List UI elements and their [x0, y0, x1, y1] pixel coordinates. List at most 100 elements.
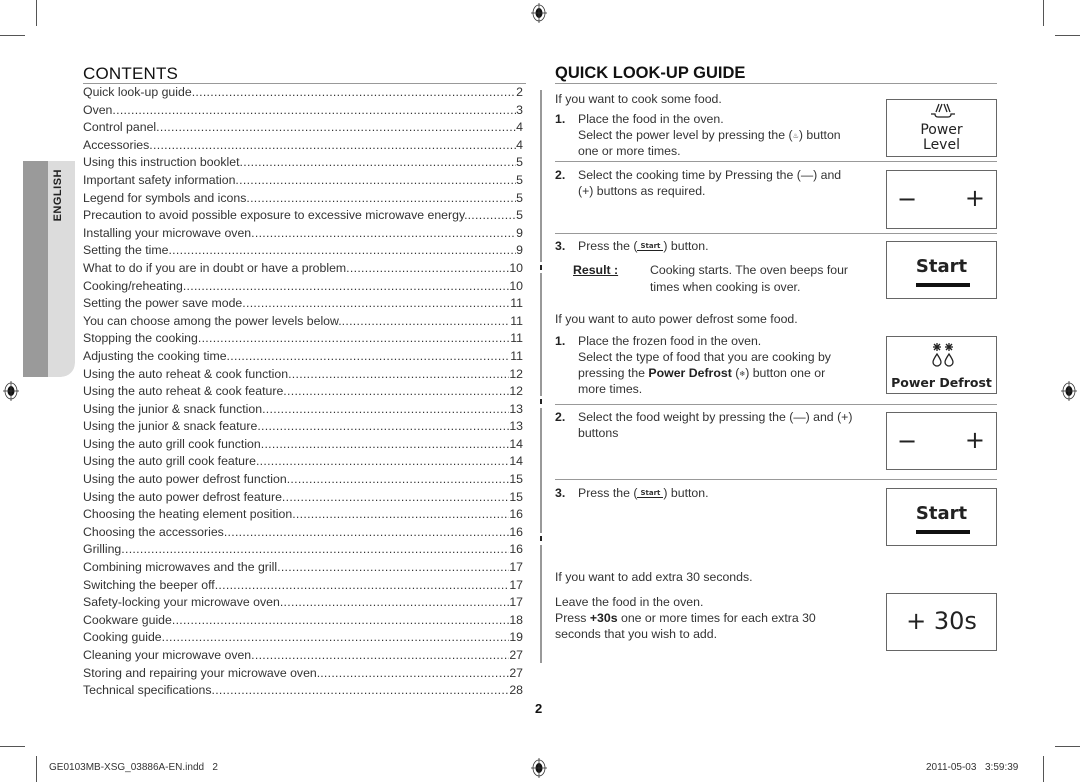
toc-entry[interactable]: Setting the time 9	[83, 242, 523, 260]
toc-entry[interactable]: Using the auto grill cook function 14	[83, 436, 523, 454]
toc-leader-dots	[256, 453, 509, 471]
toc-entry-page: 9	[516, 225, 523, 240]
toc-leader-dots	[235, 172, 516, 190]
toc-entry[interactable]: Adjusting the cooking time 11	[83, 348, 523, 366]
toc-leader-dots	[282, 489, 509, 507]
toc-entry[interactable]: Storing and repairing your microwave ove…	[83, 665, 523, 683]
defrost-step2-number: 2.	[555, 410, 566, 424]
page-number: 2	[535, 701, 543, 716]
column-divider	[540, 273, 542, 396]
toc-entry-page: 9	[516, 243, 523, 258]
toc-entry-title: Using the auto grill cook feature	[83, 454, 256, 469]
toc-leader-dots	[283, 383, 509, 401]
toc-leader-dots	[246, 190, 516, 208]
toc-entry-page: 12	[509, 384, 523, 399]
toc-entry-title: Using the auto reheat & cook function	[83, 366, 289, 381]
toc-entry-title: Choosing the accessories	[83, 524, 224, 539]
start-button-illustration: Start	[886, 488, 997, 546]
plus30-bold: +30s	[589, 611, 618, 625]
toc-entry-page: 4	[516, 120, 523, 135]
toc-entry[interactable]: Using the auto power defrost feature 15	[83, 489, 523, 507]
toc-leader-dots	[227, 348, 511, 366]
extra-line3: seconds that you wish to add.	[555, 627, 718, 641]
toc-entry[interactable]: Precaution to avoid possible exposure to…	[83, 207, 523, 225]
text: ) button.	[663, 486, 709, 500]
column-divider	[540, 90, 542, 262]
start-underline	[916, 530, 970, 534]
toc-entry-page: 2	[516, 85, 523, 99]
toc-entry[interactable]: What to do if you are in doubt or have a…	[83, 260, 523, 278]
toc-entry[interactable]: Using this instruction booklet 5	[83, 154, 523, 172]
language-tab-dark-strip	[23, 161, 48, 377]
result-line2: times when cooking is over.	[650, 280, 801, 294]
start-button-illustration: Start	[886, 241, 997, 299]
toc-entry-page: 11	[510, 348, 523, 363]
toc-entry[interactable]: Cooking/reheating 10	[83, 278, 523, 296]
toc-entry[interactable]: Safety-locking your microwave oven 17	[83, 594, 523, 612]
toc-entry[interactable]: Using the auto grill cook feature 14	[83, 453, 523, 471]
toc-entry-title: Control panel	[83, 120, 157, 135]
footer-date: 2011-05-03	[926, 762, 977, 773]
cook-step2-line2: (+) buttons as required.	[578, 184, 706, 198]
toc-entry[interactable]: Setting the power save mode 11	[83, 295, 523, 313]
toc-entry[interactable]: Using the auto reheat & cook function 12	[83, 366, 523, 384]
toc-entry-page: 18	[509, 612, 523, 627]
toc-entry[interactable]: Using the junior & snack feature 13	[83, 418, 523, 436]
toc-entry[interactable]: Switching the beeper off 17	[83, 577, 523, 595]
toc-entry[interactable]: Using the junior & snack function 13	[83, 401, 523, 419]
toc-entry[interactable]: Using the auto reheat & cook feature 12	[83, 383, 523, 401]
divider-mark	[540, 399, 542, 404]
text: ) button one or	[745, 366, 826, 380]
toc-entry[interactable]: Cleaning your microwave oven 27	[83, 647, 523, 665]
crop-mark-top-right-h	[1055, 35, 1080, 36]
cook-intro: If you want to cook some food.	[555, 92, 722, 106]
toc-entry[interactable]: Technical specifications 28	[83, 682, 523, 700]
quick-lookup-title: QUICK LOOK-UP GUIDE	[555, 64, 997, 84]
language-tab: ENGLISH	[23, 161, 75, 377]
plus-icon: +	[964, 426, 985, 454]
toc-entry[interactable]: Accessories 4	[83, 137, 523, 155]
toc-entry-page: 11	[510, 331, 523, 346]
crop-mark-top-left-h	[0, 35, 25, 36]
toc-leader-dots	[183, 278, 510, 296]
divider-mark	[540, 536, 542, 541]
toc-entry-page: 5	[516, 155, 523, 170]
toc-entry[interactable]: Choosing the heating element position 16	[83, 506, 523, 524]
column-divider	[540, 408, 542, 533]
start-label: Start	[915, 256, 968, 277]
plus30s-label: + 30s	[906, 607, 977, 635]
toc-entry-title: Setting the power save mode	[83, 296, 243, 311]
language-tab-light-strip: ENGLISH	[48, 161, 75, 377]
toc-entry[interactable]: Oven 3	[83, 102, 523, 120]
footer-time: 3:59:39	[985, 762, 1019, 773]
toc-entry[interactable]: Installing your microwave oven 9	[83, 225, 523, 243]
toc-entry[interactable]: Stopping the cooking 11	[83, 330, 523, 348]
toc-entry[interactable]: Legend for symbols and icons 5	[83, 190, 523, 208]
toc-entry-page: 5	[516, 208, 523, 223]
toc-entry[interactable]: You can choose among the power levels be…	[83, 313, 523, 331]
toc-entry[interactable]: Cookware guide 18	[83, 612, 523, 630]
inline-start-icon: Start	[637, 242, 664, 251]
toc-leader-dots	[121, 541, 509, 559]
toc-entry[interactable]: Quick look-up guide 2	[83, 84, 523, 102]
toc-entry[interactable]: Choosing the accessories 16	[83, 524, 523, 542]
toc-leader-dots	[262, 401, 509, 419]
toc-entry-title: Choosing the heating element position	[83, 507, 293, 522]
toc-entry[interactable]: Grilling 16	[83, 541, 523, 559]
defrost-step1-number: 1.	[555, 334, 566, 348]
toc-entry-title: Quick look-up guide	[83, 85, 192, 99]
toc-entry-title: Storing and repairing your microwave ove…	[83, 665, 321, 680]
toc-entry-page: 11	[510, 313, 523, 328]
toc-entry-title: Using the junior & snack feature	[83, 419, 258, 434]
toc-entry[interactable]: Using the auto power defrost function 15	[83, 471, 523, 489]
toc-entry-page: 14	[509, 454, 523, 469]
toc-entry-page: 10	[509, 278, 523, 293]
table-of-contents: Quick look-up guide 2 Oven3Control panel 4 A…	[83, 84, 523, 700]
toc-entry[interactable]: Cooking guide 19	[83, 629, 523, 647]
toc-entry[interactable]: Important safety information 5	[83, 172, 523, 190]
minus-plus-button-illustration: − +	[886, 412, 997, 470]
toc-entry[interactable]: Control panel 4	[83, 119, 523, 137]
toc-entry[interactable]: Combining microwaves and the grill 17	[83, 559, 523, 577]
cook-step1-line3: one or more times.	[578, 144, 681, 158]
minus-icon: −	[897, 185, 918, 213]
